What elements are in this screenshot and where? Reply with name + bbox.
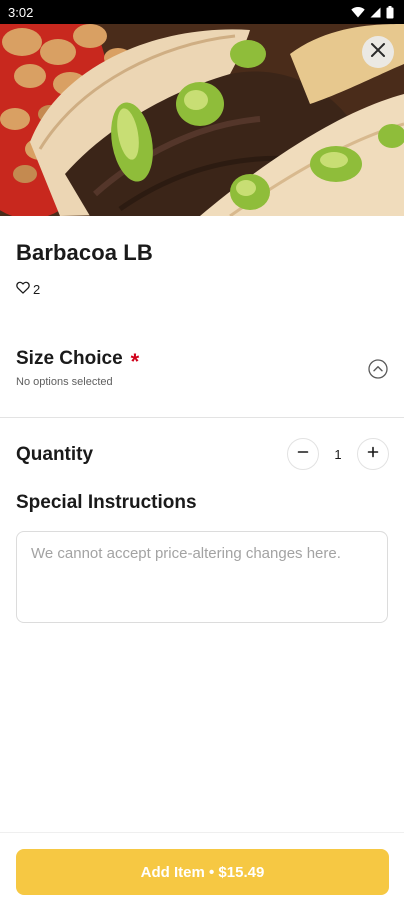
required-marker: * — [130, 349, 140, 374]
likes[interactable]: 2 — [16, 281, 40, 297]
quantity-stepper: 1 — [287, 438, 389, 470]
hero-image — [0, 24, 404, 216]
chevron-up-circle-icon[interactable] — [368, 359, 388, 379]
special-instructions-label: Special Instructions — [16, 492, 197, 513]
quantity-label: Quantity — [16, 444, 94, 465]
size-choice-label: Size Choice — [16, 348, 123, 369]
size-choice-title: Size Choice * — [16, 348, 140, 374]
status-icons — [351, 5, 394, 19]
item-detail-screen: 3:02 Barbacoa LB 2 Size Choice * No opti… — [0, 0, 404, 900]
decrement-button[interactable] — [287, 438, 319, 470]
heart-outline-icon — [16, 281, 30, 297]
increment-button[interactable] — [357, 438, 389, 470]
size-choice-section[interactable]: Size Choice * No options selected — [0, 340, 404, 418]
close-icon — [370, 42, 386, 63]
quantity-value: 1 — [334, 446, 342, 462]
likes-count: 2 — [33, 281, 41, 297]
close-button[interactable] — [362, 36, 394, 68]
battery-icon — [386, 5, 394, 19]
special-instructions-input[interactable] — [16, 531, 388, 623]
status-time: 3:02 — [8, 4, 34, 20]
minus-icon — [297, 445, 309, 463]
plus-icon — [367, 445, 379, 463]
item-title: Barbacoa LB — [16, 240, 153, 265]
status-bar: 3:02 — [0, 0, 404, 24]
size-choice-subtitle: No options selected — [16, 376, 113, 388]
section-divider — [0, 417, 404, 418]
add-item-button[interactable]: Add Item • $15.49 — [16, 849, 389, 895]
wifi-icon — [351, 6, 365, 18]
cellular-signal-icon — [370, 7, 381, 18]
